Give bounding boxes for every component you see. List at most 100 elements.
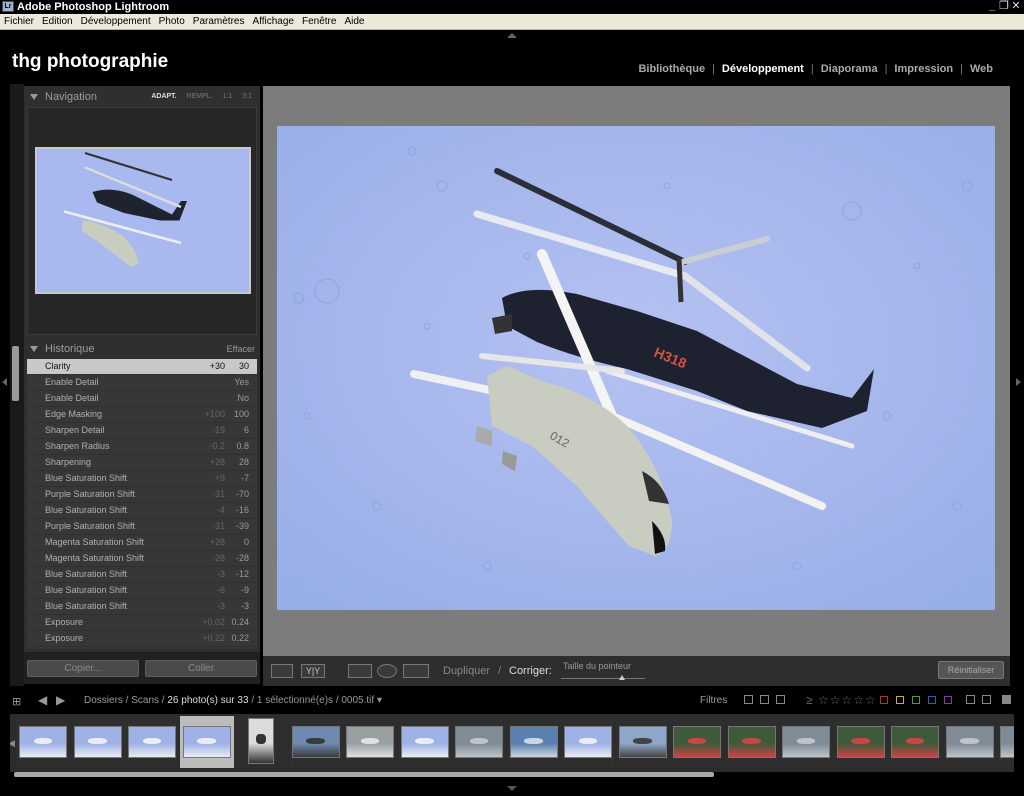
zoom-1-1[interactable]: 1:1 [223,93,233,100]
crop-tool-icon[interactable] [348,664,372,678]
history-item[interactable]: Blue Saturation Shift -6 -9 [27,583,257,599]
main-photo[interactable]: H318 012 [277,126,995,610]
filmstrip-thumbnail-ground-jet2[interactable] [1000,726,1014,758]
filmstrip-thumbnail-portrait-pilot[interactable] [248,718,274,764]
filmstrip-cell[interactable] [833,716,888,768]
before-after-icon[interactable]: Y|Y [301,664,325,678]
filmstrip-cell[interactable] [942,716,997,768]
history-item[interactable]: Sharpening +28 28 [27,455,257,471]
filmstrip-thumbnail-cockpit-dash[interactable] [891,726,939,758]
red-eye-tool-icon[interactable] [403,664,429,678]
filmstrip-cell[interactable] [452,716,506,768]
module-developpement[interactable]: Développement [722,63,804,75]
grid-view-icon[interactable]: ⊞ [12,695,21,708]
menu-aide[interactable]: Aide [340,14,368,30]
filmstrip-thumbnail-sky-heli3[interactable] [564,726,612,758]
green-label-filter[interactable] [912,696,920,704]
module-impression[interactable]: Impression [894,63,953,75]
filmstrip-thumbnail-hangar-jet[interactable] [346,726,394,758]
restore-icon[interactable]: ❐ [998,0,1010,12]
rejected-filter-icon[interactable] [776,695,785,704]
filmstrip-cell[interactable] [179,716,234,768]
history-clear-button[interactable]: Effacer [227,344,255,354]
minimize-icon[interactable]: _ [986,0,998,12]
filmstrip-cell[interactable] [779,716,833,768]
filter-switch-icon[interactable] [1002,695,1011,704]
rating-filter[interactable]: ≥ ☆☆☆☆☆ [806,693,877,707]
module-diaporama[interactable]: Diaporama [821,63,878,75]
navigator-header[interactable]: Navigation ADAPT. REMPL. 1:1 3:1 [24,88,260,106]
history-item[interactable]: Sharpen Detail -19 6 [27,423,257,439]
filmstrip-thumbnail-runway[interactable] [509,726,558,758]
collapse-triangle-icon[interactable] [30,346,38,352]
blue-label-filter[interactable] [928,696,936,704]
navigator-thumbnail[interactable] [35,147,251,294]
virtual-copy-filter-icon[interactable] [982,695,991,704]
menu-photo[interactable]: Photo [155,14,189,30]
loupe-view-icon[interactable] [271,664,293,678]
filmstrip-cell[interactable] [888,716,942,768]
filmstrip-cell[interactable] [125,716,179,768]
filmstrip-cell[interactable] [70,716,125,768]
module-bibliotheque[interactable]: Bibliothèque [638,63,705,75]
zoom-3-1[interactable]: 3:1 [242,93,252,100]
forward-arrow-icon[interactable]: ▶ [56,693,65,707]
history-item[interactable]: Enable Detail Yes [27,375,257,391]
filmstrip-cell[interactable] [506,716,561,768]
filmstrip-thumbnail-sky-plane[interactable] [19,726,67,758]
history-item[interactable]: Enable Detail No [27,391,257,407]
menu-fenetre[interactable]: Fenêtre [298,14,340,30]
filmstrip-thumbnail-field-heli[interactable] [291,726,340,758]
reset-button[interactable]: Réinitialiser [938,661,1004,679]
history-item[interactable]: Magenta Saturation Shift +28 0 [27,535,257,551]
duplicate-button[interactable]: Dupliquer [443,665,490,677]
filmstrip-thumbnail-ground-heli2[interactable] [782,726,830,758]
copy-filter-icon[interactable] [966,695,975,704]
filmstrip-cell[interactable] [343,716,397,768]
dropdown-icon[interactable]: ▾ [377,695,382,706]
history-item[interactable]: Magenta Saturation Shift -28 -28 [27,551,257,567]
filmstrip-cell[interactable] [16,716,70,768]
filmstrip-thumbnail-sky-jet[interactable] [128,726,176,758]
filmstrip-thumbnail-cockpit-red[interactable] [727,726,776,758]
purple-label-filter[interactable] [944,696,952,704]
menu-edition[interactable]: Edition [38,14,77,30]
navigator-preview[interactable] [27,107,257,335]
filmstrip-thumbnail-cockpit-gauge[interactable] [836,726,885,758]
top-panel-toggle-icon[interactable] [507,33,517,38]
history-item[interactable]: Exposure +0.22 0.22 [27,631,257,647]
red-label-filter[interactable] [880,696,888,704]
history-item[interactable]: Blue Saturation Shift -3 -3 [27,599,257,615]
history-item[interactable]: Clarity +30 30 [27,359,257,375]
history-item[interactable]: Purple Saturation Shift -31 -39 [27,519,257,535]
menu-affichage[interactable]: Affichage [248,14,298,30]
history-header[interactable]: Historique Effacer [24,340,260,358]
left-panel-toggle-icon[interactable] [2,378,7,386]
zoom-fit[interactable]: ADAPT. [151,93,176,100]
menu-fichier[interactable]: Fichier [0,14,38,30]
filmstrip-scrollbar[interactable] [14,772,714,777]
filmstrip-thumbnail-sky-heli[interactable] [73,726,122,758]
correct-button[interactable]: Corriger: [509,665,552,677]
brush-size-knob[interactable] [619,675,625,680]
menu-parametres[interactable]: Paramètres [189,14,249,30]
menu-developpement[interactable]: Développement [77,14,155,30]
history-item[interactable]: Edge Masking +100 100 [27,407,257,423]
filmstrip-cell[interactable] [615,716,670,768]
filmstrip-toggle-icon[interactable] [507,786,517,791]
history-item[interactable]: Purple Saturation Shift -31 -70 [27,487,257,503]
filmstrip-thumbnail-tarmac-crew[interactable] [618,726,667,758]
right-panel-toggle-icon[interactable] [1016,378,1021,386]
filmstrip-cell[interactable] [670,716,724,768]
filmstrip-thumbnail-ground-jet[interactable] [945,726,994,758]
history-item[interactable]: Blue Saturation Shift -4 -16 [27,503,257,519]
filmstrip-cell[interactable] [561,716,615,768]
module-web[interactable]: Web [970,63,993,75]
back-arrow-icon[interactable]: ◀ [38,693,47,707]
history-item[interactable]: Exposure +0.02 0.24 [27,615,257,631]
spot-removal-icon[interactable] [377,664,397,678]
filmstrip-left-arrow-icon[interactable]: ◀ [10,738,15,749]
yellow-label-filter[interactable] [896,696,904,704]
history-item[interactable]: Blue Saturation Shift -3 -12 [27,567,257,583]
history-item[interactable]: Blue Saturation Shift +9 -7 [27,471,257,487]
